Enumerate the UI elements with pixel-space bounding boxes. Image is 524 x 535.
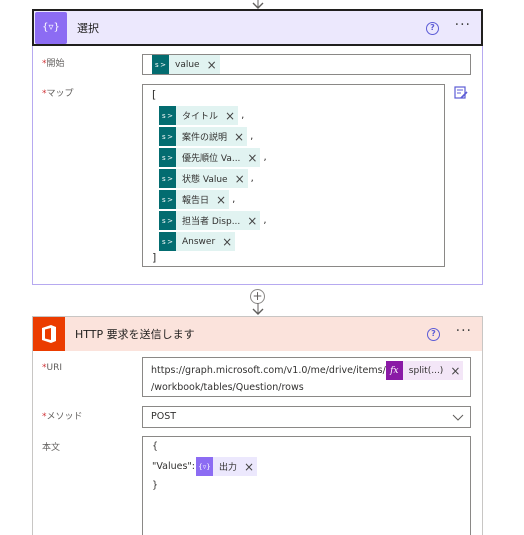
map-item: s > 報告日 ×, — [159, 190, 235, 209]
uri-label: *URI — [42, 363, 62, 373]
token-label: split(...) — [408, 365, 444, 376]
sharepoint-icon: s > — [152, 55, 169, 74]
map-open-bracket: [ — [152, 88, 157, 101]
sharepoint-icon: s > — [159, 127, 176, 146]
dynamic-content-token[interactable]: s > 報告日 × — [159, 190, 230, 209]
remove-token-icon[interactable]: × — [222, 236, 232, 248]
uri-text-part-2: /workbook/tables/Question/rows — [151, 382, 304, 393]
separator-comma: , — [232, 194, 236, 205]
expression-fx-icon: fx — [385, 361, 403, 380]
body-open-brace: { — [152, 441, 159, 452]
dynamic-content-token[interactable]: s > 担当者 Disp... × — [159, 211, 261, 230]
token-label: 出力 — [218, 463, 237, 473]
dynamic-content-token[interactable]: s > Answer × — [159, 232, 236, 251]
separator-comma: , — [250, 131, 254, 142]
dynamic-content-token-output[interactable]: {▿} 出力 × — [195, 457, 258, 476]
sharepoint-icon: s > — [159, 169, 176, 188]
body-values-key: "Values": — [152, 461, 195, 472]
body-line-values: "Values": {▿} 出力 × — [152, 457, 470, 476]
map-item: s > タイトル ×, — [159, 106, 244, 125]
separator-comma: , — [241, 110, 245, 121]
remove-token-icon[interactable]: × — [244, 461, 254, 473]
dynamic-content-token-value[interactable]: s > value × — [152, 55, 220, 74]
sharepoint-icon: s > — [159, 232, 176, 251]
data-operation-icon: {▿} — [42, 22, 60, 33]
remove-token-icon[interactable]: × — [247, 215, 257, 227]
data-operation-icon: {▿} — [195, 457, 213, 476]
map-item: s > 担当者 Disp... ×, — [159, 211, 267, 230]
token-label: Answer — [182, 236, 216, 247]
map-item: s > 案件の説明 ×, — [159, 127, 253, 146]
help-icon[interactable]: ? — [427, 328, 440, 341]
dynamic-content-token[interactable]: s > 状態 Value × — [159, 169, 248, 188]
token-label: value — [175, 59, 200, 70]
from-label: *開始 — [42, 56, 65, 69]
map-field[interactable]: [ s > タイトル ×, s > 案件の説明 ×, s > 優先順位 Va... ×, s > 状… — [142, 84, 445, 267]
token-label: 報告日 — [182, 196, 210, 206]
select-action-icon: {▿} — [35, 11, 67, 44]
http-action-header[interactable]: HTTP 要求を送信します ? ··· — [33, 317, 482, 351]
http-action-title[interactable]: HTTP 要求を送信します — [75, 326, 195, 342]
method-select[interactable]: POST — [142, 406, 471, 428]
uri-text-part-1: https://graph.microsoft.com/v1.0/me/driv… — [151, 365, 386, 376]
from-field[interactable]: s > value × — [142, 54, 471, 75]
help-icon[interactable]: ? — [426, 22, 439, 35]
method-label: *メソッド — [42, 409, 83, 422]
method-label-text: メソッド — [46, 412, 83, 422]
separator-comma: , — [263, 152, 267, 163]
body-label: 本文 — [42, 440, 60, 453]
token-label: 優先順位 Va... — [182, 154, 241, 164]
from-label-text: 開始 — [46, 59, 65, 69]
token-label: 状態 Value — [182, 175, 228, 185]
more-options-icon[interactable]: ··· — [456, 323, 472, 339]
body-field[interactable]: { "Values": {▿} 出力 × } — [142, 436, 471, 535]
sharepoint-icon: s > — [159, 190, 176, 209]
connector-arrow-middle — [252, 303, 264, 315]
office-logo-icon — [42, 325, 56, 343]
uri-line-1: https://graph.microsoft.com/v1.0/me/driv… — [151, 361, 470, 380]
sharepoint-icon: s > — [159, 148, 176, 167]
remove-token-icon[interactable]: × — [216, 194, 226, 206]
token-label: タイトル — [182, 112, 219, 122]
map-label: *マップ — [42, 86, 74, 99]
map-item: s > Answer × — [159, 232, 238, 251]
map-item: s > 状態 Value ×, — [159, 169, 254, 188]
map-item: s > 優先順位 Va... ×, — [159, 148, 267, 167]
select-action-title[interactable]: 選択 — [77, 20, 99, 36]
body-label-text: 本文 — [42, 443, 61, 453]
remove-token-icon[interactable]: × — [207, 59, 217, 71]
remove-token-icon[interactable]: × — [225, 110, 235, 122]
separator-comma: , — [263, 215, 267, 226]
select-action-card: {▿} 選択 ? ··· *開始 s > value × *マップ [ s > タ… — [32, 9, 483, 285]
uri-label-text: URI — [46, 363, 63, 373]
token-label: 案件の説明 — [182, 133, 228, 143]
expression-token-split[interactable]: fx split(...) × — [385, 361, 464, 380]
remove-token-icon[interactable]: × — [234, 131, 244, 143]
body-close-brace: } — [152, 480, 159, 491]
add-step-icon[interactable]: + — [250, 289, 265, 304]
select-action-header[interactable]: {▿} 選択 ? ··· — [32, 9, 483, 46]
method-selected-value: POST — [151, 411, 177, 422]
remove-token-icon[interactable]: × — [235, 173, 245, 185]
office-app-icon — [33, 317, 65, 351]
http-action-card: HTTP 要求を送信します ? ··· *URI https://graph.m… — [32, 316, 483, 535]
token-label: 担当者 Disp... — [182, 217, 241, 227]
dynamic-content-token[interactable]: s > 優先順位 Va... × — [159, 148, 261, 167]
sharepoint-icon: s > — [159, 211, 176, 230]
chevron-down-icon[interactable] — [452, 412, 464, 422]
uri-field[interactable]: https://graph.microsoft.com/v1.0/me/driv… — [142, 357, 471, 397]
remove-token-icon[interactable]: × — [450, 365, 460, 377]
remove-token-icon[interactable]: × — [247, 152, 257, 164]
sharepoint-icon: s > — [159, 106, 176, 125]
more-options-icon[interactable]: ··· — [455, 17, 471, 33]
map-close-bracket: ] — [152, 251, 157, 264]
map-label-text: マップ — [46, 89, 74, 99]
dynamic-content-token[interactable]: s > タイトル × — [159, 106, 239, 125]
dynamic-content-token[interactable]: s > 案件の説明 × — [159, 127, 248, 146]
separator-comma: , — [250, 173, 254, 184]
switch-to-text-mode-icon[interactable] — [454, 86, 468, 100]
flow-designer-canvas: {▿} 選択 ? ··· *開始 s > value × *マップ [ s > タ… — [0, 0, 524, 535]
